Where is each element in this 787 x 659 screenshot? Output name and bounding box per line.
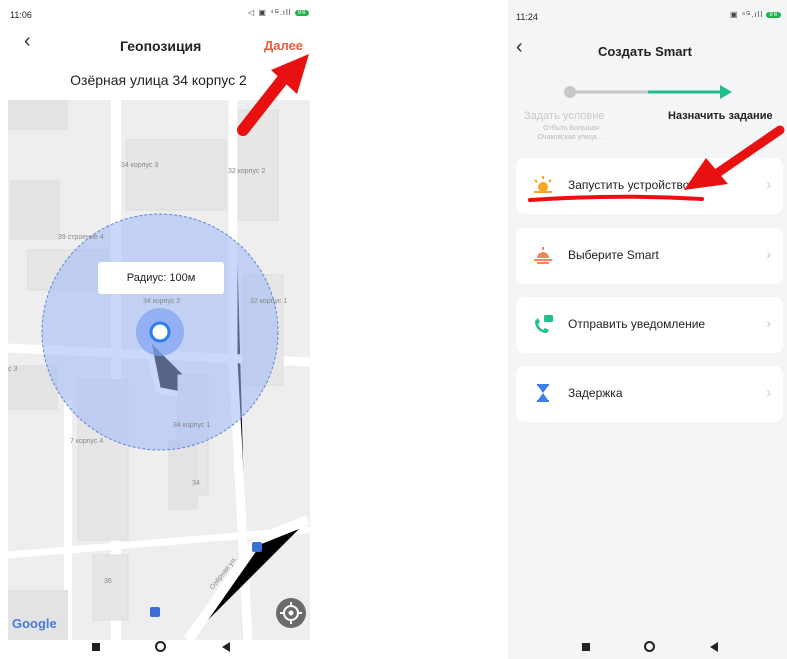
action-send-notification[interactable]: Отправить уведомление ›	[516, 297, 783, 353]
map-view[interactable]: 34 корпус 3 32 корпус 2 39 строение 4 34…	[8, 100, 310, 640]
status-time: 11:06	[10, 10, 32, 20]
battery-icon: 96	[294, 9, 310, 16]
geolocation-screen: 11:06 ◁ ▣ ⁴ᴳ.ıll 96 ‹ Геопозиция Далее О…	[0, 0, 317, 659]
sunrise-icon	[534, 247, 552, 264]
locate-me-button[interactable]	[276, 598, 306, 628]
radius-label: Радиус: 100м	[126, 272, 196, 284]
map-label: 39 строение 4	[58, 234, 104, 241]
signal-icons: ▣ ⁴ᴳ.ıll	[730, 10, 764, 19]
step-task-label: Назначить задание	[668, 110, 773, 122]
annotation-arrow	[684, 125, 785, 190]
home-icon[interactable]	[644, 641, 655, 652]
map-canvas	[8, 100, 310, 640]
map-label: 32 корпус 1	[250, 298, 288, 305]
chevron-right-icon: ›	[766, 384, 771, 400]
system-navbar	[0, 637, 317, 659]
bus-stop-icon	[150, 607, 160, 617]
annotation-arrow	[237, 54, 309, 136]
action-choose-smart[interactable]: Выберите Smart ›	[516, 228, 783, 284]
status-icons: ▣ ⁴ᴳ.ıll 96	[730, 10, 782, 19]
battery-icon: 96	[766, 11, 782, 18]
step-condition-label: Задать условие	[524, 110, 605, 122]
step-condition-sublabel: Очаковская улица ...	[537, 134, 605, 141]
action-delay[interactable]: Задержка ›	[516, 366, 783, 422]
signal-icons: ◁ ▣ ⁴ᴳ.ıll	[248, 8, 292, 17]
location-marker-icon[interactable]	[149, 321, 171, 343]
chevron-right-icon: ›	[766, 246, 771, 262]
step-condition-sublabel: Отбыть Большая	[543, 125, 599, 132]
map-label: 34 корпус 3	[121, 162, 159, 169]
create-smart-screen: 11:24 ▣ ⁴ᴳ.ıll 96 ‹ Создать Smart Задать…	[508, 0, 787, 659]
crosshair-icon	[280, 602, 302, 624]
chevron-right-icon: ›	[766, 315, 771, 331]
map-label: 7 корпус 4	[70, 438, 104, 445]
step-track	[564, 85, 732, 99]
page-title: Геопозиция	[120, 38, 202, 54]
back-icon[interactable]: ‹	[24, 30, 31, 53]
status-time: 11:24	[516, 12, 538, 22]
back-nav-icon[interactable]	[710, 642, 718, 652]
action-label: Запустить устройство	[568, 178, 690, 192]
map-label: 34	[192, 480, 200, 487]
hourglass-icon	[537, 384, 549, 402]
map-label: с 3	[8, 366, 18, 373]
map-label: 34 корпус 1	[173, 422, 211, 429]
action-label: Выберите Smart	[568, 248, 659, 262]
action-label: Отправить уведомление	[568, 317, 706, 331]
radius-tooltip: Радиус: 100м	[98, 262, 224, 294]
map-label: 34 корпус 2	[143, 298, 181, 305]
back-icon[interactable]: ‹	[516, 36, 523, 59]
bus-stop-icon	[252, 542, 262, 552]
back-nav-icon[interactable]	[222, 642, 230, 652]
action-label: Задержка	[568, 386, 623, 400]
map-label: 32 корпус 2	[228, 168, 266, 175]
page-title: Создать Smart	[598, 44, 692, 59]
home-icon[interactable]	[155, 641, 166, 652]
google-logo: Google	[12, 616, 57, 631]
map-label: 36	[104, 578, 112, 585]
phone-message-icon	[535, 315, 553, 333]
recents-icon[interactable]	[582, 643, 590, 651]
recents-icon[interactable]	[92, 643, 100, 651]
system-navbar	[508, 637, 787, 659]
status-icons: ◁ ▣ ⁴ᴳ.ıll 96	[248, 8, 310, 17]
